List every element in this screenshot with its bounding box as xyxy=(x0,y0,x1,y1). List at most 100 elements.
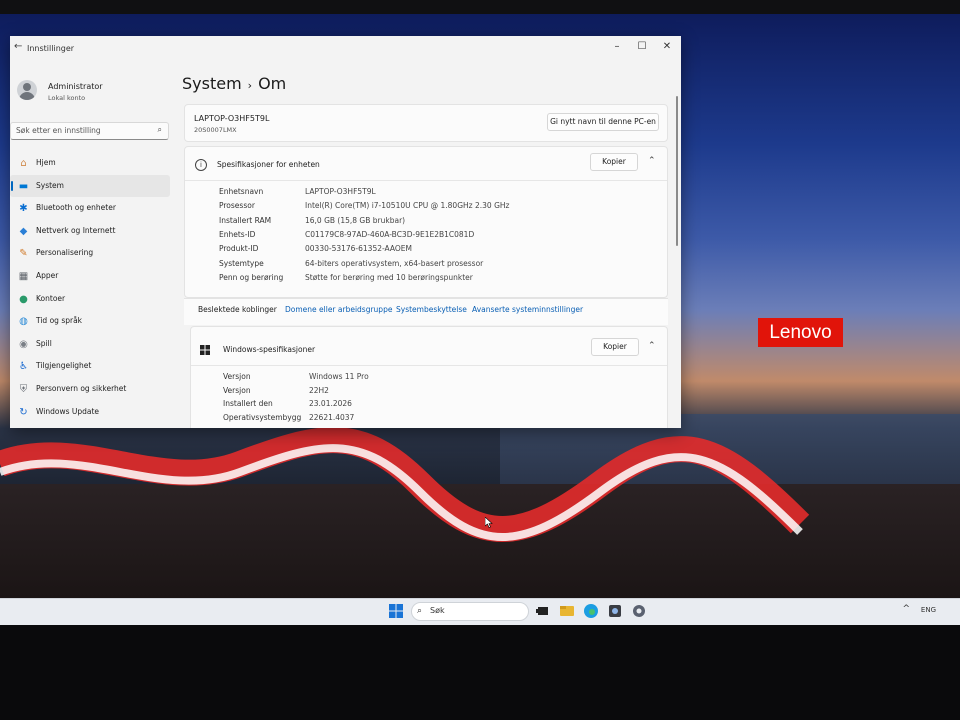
spec-key: Enhets-ID xyxy=(219,229,256,239)
tray-overflow-icon[interactable]: ^ xyxy=(902,604,910,614)
windows-specs-title: Windows-spesifikasjoner xyxy=(223,345,316,354)
divider xyxy=(185,180,667,181)
update-icon: ↻ xyxy=(19,406,28,418)
spec-value: 00330-53176-61352-AAOEM xyxy=(305,244,412,254)
rename-pc-button[interactable]: Gi nytt navn til denne PC-en xyxy=(547,113,659,131)
settings-search-input[interactable]: Søk etter en innstilling ⌕ xyxy=(10,122,169,140)
windows-logo-icon xyxy=(200,345,210,355)
spec-key: Penn og berøring xyxy=(219,272,284,282)
sidebar-item-label: Bluetooth og enheter xyxy=(36,203,116,213)
copy-windows-specs-button[interactable]: Kopier xyxy=(591,338,639,356)
sidebar-item-label: Hjem xyxy=(36,158,56,167)
tray-language[interactable]: ENG xyxy=(921,606,936,614)
collapse-chevron-icon[interactable]: ⌃ xyxy=(648,341,656,351)
sidebar-item-personvern-og-sikkerhet[interactable]: ⛨ Personvern og sikkerhet xyxy=(10,378,170,401)
sidebar-item-label: Nettverk og Internett xyxy=(36,225,116,235)
back-arrow-icon[interactable]: ← xyxy=(14,41,22,52)
sidebar-item-tilgjengelighet[interactable]: ♿ Tilgjengelighet xyxy=(10,355,170,378)
taskbar-search[interactable]: ⌕ Søk xyxy=(411,602,529,621)
sidebar-item-kontoer[interactable]: ● Kontoer xyxy=(10,288,170,311)
spec-value: Windows 11 Pro xyxy=(309,372,369,381)
apps-icon: ▦ xyxy=(18,270,29,282)
spec-key: Systemtype xyxy=(219,258,264,268)
gamepad-icon: ◉ xyxy=(19,338,28,350)
link-system-protection[interactable]: Systembeskyttelse xyxy=(396,305,467,314)
sidebar-item-label: Spill xyxy=(36,338,52,348)
sidebar-item-label: Personvern og sikkerhet xyxy=(36,383,127,393)
sidebar-item-label: Tilgjengelighet xyxy=(36,361,92,371)
account-type: Lokal konto xyxy=(48,94,86,102)
title-bar: ← Innstillinger – ☐ ✕ xyxy=(10,36,681,62)
close-button[interactable]: ✕ xyxy=(657,39,677,55)
collapse-chevron-icon[interactable]: ⌃ xyxy=(648,156,656,166)
app-icon[interactable] xyxy=(607,603,623,619)
sidebar-nav: ⌂ Hjem ▬ System ✱ Bluetooth og enheter ◆ Nettve… xyxy=(10,152,170,423)
link-advanced-settings[interactable]: Avanserte systeminnstillinger xyxy=(472,305,583,314)
spec-key: Installert den xyxy=(223,399,273,408)
sidebar-item-spill[interactable]: ◉ Spill xyxy=(10,333,170,356)
spec-key: Versjon xyxy=(223,372,251,381)
person-icon: ● xyxy=(19,293,28,305)
avatar[interactable] xyxy=(17,80,37,100)
page-title: System › Om xyxy=(182,74,286,93)
minimize-button[interactable]: – xyxy=(607,39,627,55)
chevron-right-icon: › xyxy=(247,79,253,92)
shield-icon: ⛨ xyxy=(19,383,28,395)
spec-value: 22621.4037 xyxy=(309,412,355,422)
file-explorer-icon[interactable] xyxy=(559,603,575,619)
home-icon: ⌂ xyxy=(20,158,27,169)
sidebar-item-label: System xyxy=(36,180,64,190)
breadcrumb-parent[interactable]: System xyxy=(182,74,242,93)
spec-value: LAPTOP-O3HF5T9L xyxy=(305,187,376,196)
windows-specs-card: Windows-spesifikasjoner Kopier ⌃ Versjon… xyxy=(190,326,668,428)
taskbar: ⌕ Søk ^ ENG xyxy=(0,598,960,625)
spec-value: 23.01.2026 xyxy=(309,399,352,408)
sidebar-item-label: Kontoer xyxy=(36,293,66,303)
sidebar-item-nettverk-og-internett[interactable]: ◆ Nettverk og Internett xyxy=(10,220,170,243)
link-domain-workgroup[interactable]: Domene eller arbeidsgruppe xyxy=(285,305,392,314)
copy-device-specs-button[interactable]: Kopier xyxy=(590,153,638,171)
spec-key: Prosessor xyxy=(219,201,255,211)
search-icon: ⌕ xyxy=(157,125,162,134)
related-links-label: Beslektede koblinger xyxy=(198,305,277,314)
spec-key: Produkt-ID xyxy=(219,244,259,254)
monitor-icon: ▬ xyxy=(18,180,29,192)
divider xyxy=(191,365,667,366)
spec-value: Intel(R) Core(TM) i7-10510U CPU @ 1.80GH… xyxy=(305,201,510,211)
wifi-icon: ◆ xyxy=(19,225,28,237)
breadcrumb-current: Om xyxy=(258,74,287,93)
task-view-icon[interactable] xyxy=(535,603,551,619)
related-links-bar: Beslektede koblinger Domene eller arbeid… xyxy=(184,298,668,325)
device-name-card: LAPTOP-O3HF5T9L 20S0007LMX Gi nytt navn … xyxy=(184,104,668,142)
mouse-cursor-icon xyxy=(485,517,493,528)
device-specs-title: Spesifikasjoner for enheten xyxy=(217,160,320,169)
sidebar-item-hjem[interactable]: ⌂ Hjem xyxy=(10,152,170,175)
sidebar-item-windows-update[interactable]: ↻ Windows Update xyxy=(10,401,170,424)
maximize-button[interactable]: ☐ xyxy=(632,39,652,55)
sidebar-item-label: Personalisering xyxy=(36,248,94,258)
selection-indicator xyxy=(11,180,13,191)
bluetooth-icon: ✱ xyxy=(19,203,28,215)
spec-key: Installert RAM xyxy=(219,215,272,225)
edge-browser-icon[interactable] xyxy=(583,603,599,619)
sidebar-item-bluetooth-og-enheter[interactable]: ✱ Bluetooth og enheter xyxy=(10,197,170,220)
user-name: Administrator xyxy=(48,82,103,91)
spec-key: Operativsystembygg xyxy=(223,412,302,422)
spec-value: Støtte for berøring med 10 berøringspunk… xyxy=(305,272,473,282)
spec-value: 22H2 xyxy=(309,385,329,395)
windows-start-icon[interactable] xyxy=(389,604,403,618)
scrollbar[interactable] xyxy=(676,96,678,246)
sidebar-item-label: Tid og språk xyxy=(36,316,83,326)
app-title: Innstillinger xyxy=(27,44,75,53)
spec-value: 16,0 GB (15,8 GB brukbar) xyxy=(305,215,406,225)
sidebar-item-personalisering[interactable]: ✎ Personalisering xyxy=(10,242,170,265)
brush-icon: ✎ xyxy=(19,248,28,260)
wallpaper-light-ribbon xyxy=(0,427,810,542)
sidebar-item-system[interactable]: ▬ System xyxy=(10,174,170,198)
settings-gear-icon[interactable] xyxy=(631,603,647,619)
settings-window: ← Innstillinger – ☐ ✕ Administrator Loka… xyxy=(10,36,681,428)
sidebar-item-apper[interactable]: ▦ Apper xyxy=(10,265,170,288)
pc-model: 20S0007LMX xyxy=(194,126,237,134)
spec-value: C01179C8-97AD-460A-BC3D-9E1E2B1C081D xyxy=(305,229,475,239)
sidebar-item-tid-og-språk[interactable]: ◍ Tid og språk xyxy=(10,310,170,333)
